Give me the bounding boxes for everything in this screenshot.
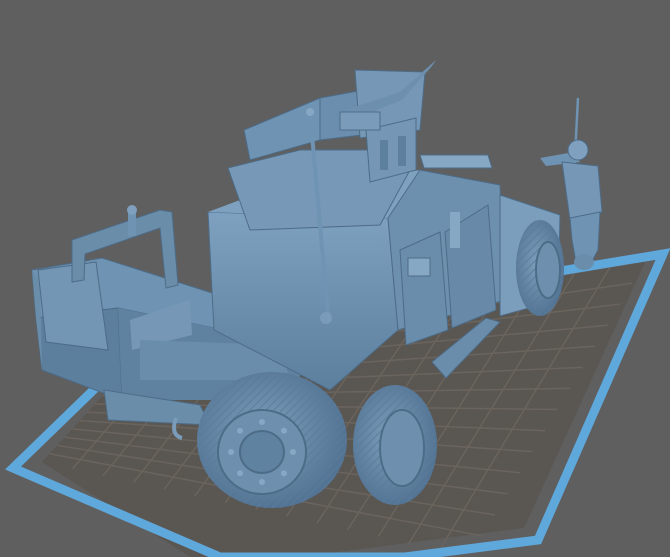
tire-rear-left — [197, 372, 347, 508]
scene-canvas[interactable] — [0, 0, 670, 557]
3d-viewport[interactable] — [0, 0, 670, 557]
tire-rear-right — [353, 385, 437, 505]
tire-front-right — [516, 220, 564, 316]
